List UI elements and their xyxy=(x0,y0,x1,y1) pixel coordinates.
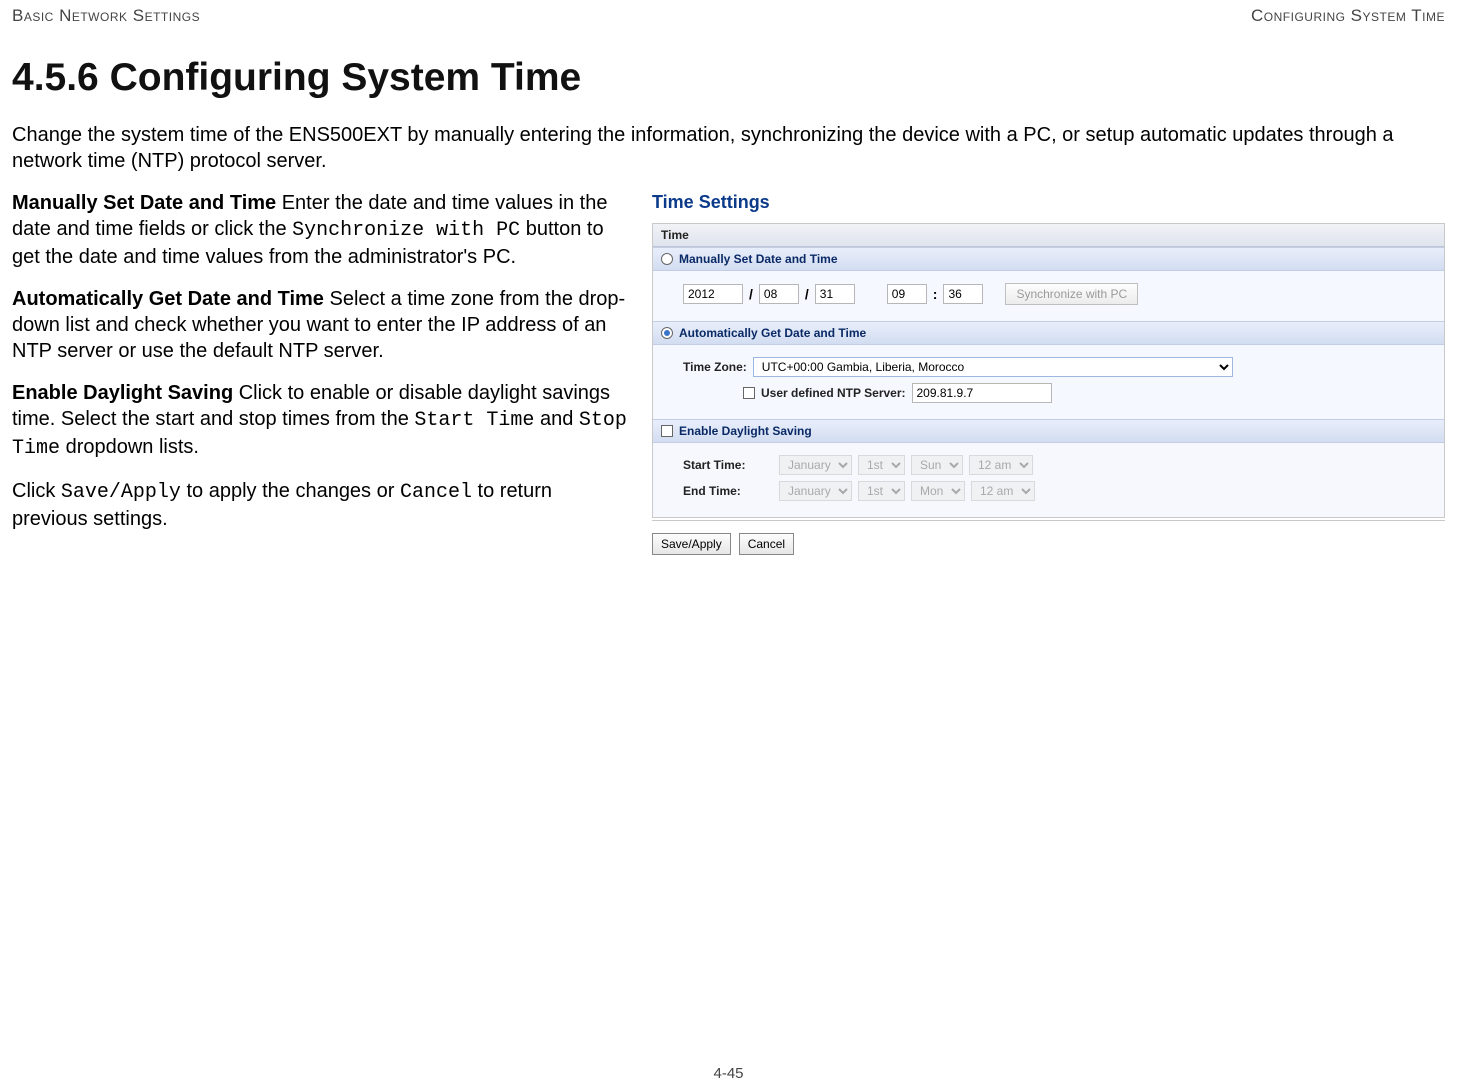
minute-input[interactable] xyxy=(943,284,983,304)
year-input[interactable] xyxy=(683,284,743,304)
para-dst-text-b: dropdown lists. xyxy=(60,436,199,458)
para-save: Click Save/Apply to apply the changes or… xyxy=(12,478,632,532)
para-manual-mono: Synchronize with PC xyxy=(292,219,520,242)
para-manual-bold: Manually Set Date and Time xyxy=(12,192,276,214)
section-auto-header[interactable]: Automatically Get Date and Time xyxy=(653,321,1444,345)
section-manual-label: Manually Set Date and Time xyxy=(679,252,838,266)
para-save-mono1: Save/Apply xyxy=(61,481,181,504)
section-dst-header[interactable]: Enable Daylight Saving xyxy=(653,419,1444,443)
para-save-b: to apply the changes or xyxy=(181,480,400,502)
intro-paragraph: Change the system time of the ENS500EXT … xyxy=(12,122,1445,174)
save-apply-button[interactable]: Save/Apply xyxy=(652,533,731,555)
month-input[interactable] xyxy=(759,284,799,304)
slash-1: / xyxy=(749,286,753,302)
ntp-input[interactable] xyxy=(912,383,1052,403)
hour-input[interactable] xyxy=(887,284,927,304)
start-day-select: 1st xyxy=(858,455,905,475)
start-time-label: Start Time: xyxy=(683,458,773,472)
end-dow-select: Mon xyxy=(911,481,965,501)
table-header-time: Time xyxy=(653,224,1444,247)
end-month-select: January xyxy=(779,481,852,501)
colon-1: : xyxy=(933,286,938,302)
dst-checkbox[interactable] xyxy=(661,425,673,437)
para-manual: Manually Set Date and Time Enter the dat… xyxy=(12,190,632,270)
sync-pc-button: Synchronize with PC xyxy=(1005,283,1138,305)
start-month-select: January xyxy=(779,455,852,475)
radio-auto[interactable] xyxy=(661,327,673,339)
end-hour-select: 12 am xyxy=(971,481,1035,501)
page-number: 4-45 xyxy=(0,1065,1457,1082)
para-dst-bold: Enable Daylight Saving xyxy=(12,382,233,404)
para-dst: Enable Daylight Saving Click to enable o… xyxy=(12,380,632,462)
section-heading: 4.5.6 Configuring System Time xyxy=(12,56,1445,100)
para-save-mono2: Cancel xyxy=(400,481,472,504)
para-auto: Automatically Get Date and Time Select a… xyxy=(12,286,632,364)
para-dst-mid: and xyxy=(534,408,578,430)
start-hour-select: 12 am xyxy=(969,455,1033,475)
para-save-a: Click xyxy=(12,480,61,502)
timezone-select[interactable]: UTC+00:00 Gambia, Liberia, Morocco xyxy=(753,357,1233,377)
slash-2: / xyxy=(805,286,809,302)
section-dst-label: Enable Daylight Saving xyxy=(679,424,812,438)
start-dow-select: Sun xyxy=(911,455,963,475)
para-dst-mono1: Start Time xyxy=(414,409,534,432)
header-right: Configuring System Time xyxy=(1251,6,1445,26)
timezone-label: Time Zone: xyxy=(683,360,747,374)
section-manual-header[interactable]: Manually Set Date and Time xyxy=(653,247,1444,271)
end-time-label: End Time: xyxy=(683,484,773,498)
header-left: Basic Network Settings xyxy=(12,6,200,26)
end-day-select: 1st xyxy=(858,481,905,501)
panel-title: Time Settings xyxy=(652,192,1445,213)
radio-manual[interactable] xyxy=(661,253,673,265)
section-auto-label: Automatically Get Date and Time xyxy=(679,326,866,340)
cancel-button[interactable]: Cancel xyxy=(739,533,794,555)
day-input[interactable] xyxy=(815,284,855,304)
ntp-checkbox[interactable] xyxy=(743,387,755,399)
ntp-label: User defined NTP Server: xyxy=(761,386,906,400)
para-auto-bold: Automatically Get Date and Time xyxy=(12,288,324,310)
